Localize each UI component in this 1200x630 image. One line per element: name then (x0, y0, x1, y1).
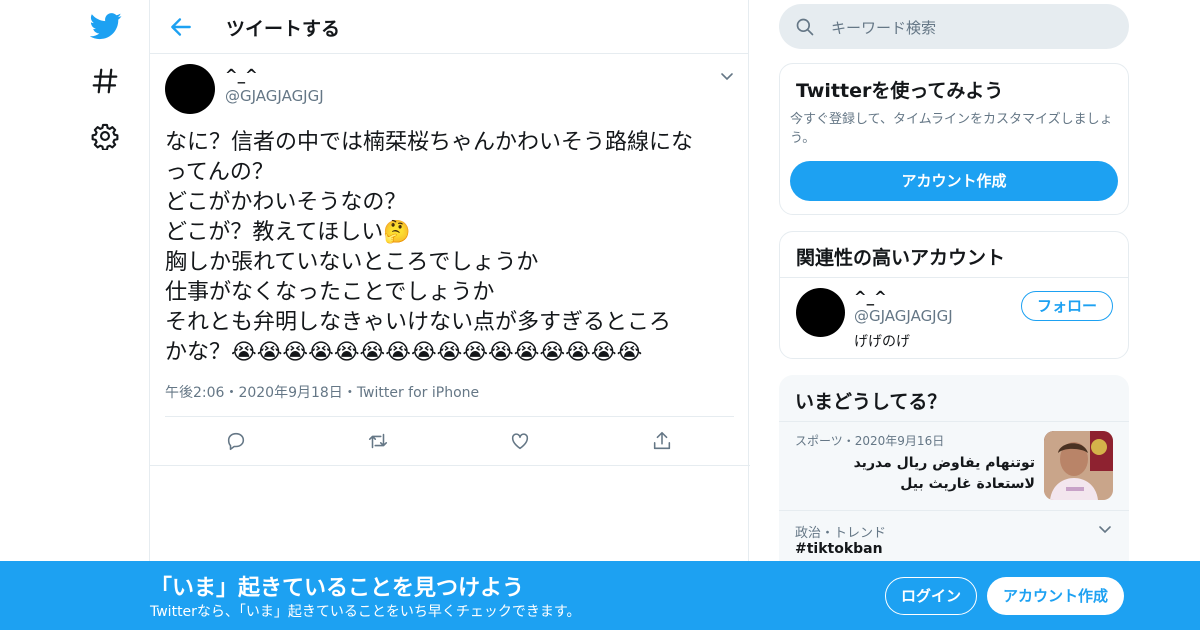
search-input[interactable]: キーワード検索 (779, 4, 1129, 49)
signup-banner: 「いま」起きていることを見つけよう Twitterなら、「いま」起きていることを… (0, 561, 1200, 630)
search-icon (796, 18, 814, 36)
related-accounts-title: 関連性の高いアカウント (796, 247, 1006, 269)
tweet-date[interactable]: 2020年9月18日 (238, 385, 342, 401)
chevron-down-icon[interactable] (1098, 525, 1112, 535)
avatar[interactable] (796, 288, 845, 337)
gear-icon[interactable] (91, 122, 119, 150)
signup-card: Twitterを使ってみよう 今すぐ登録して、タイムラインをカスタマイズしましょ… (779, 63, 1129, 215)
meta-separator: ・ (224, 385, 239, 401)
page-title: ツイートする (226, 18, 341, 40)
tweet-text: なに？信者の中では楠栞桜ちゃんかわいそう路線にな ってんの？ どこがかわいそうな… (165, 130, 694, 365)
tweet-source[interactable]: Twitter for iPhone (357, 385, 479, 401)
like-heart-icon[interactable] (509, 430, 531, 452)
follow-button[interactable]: フォロー (1021, 291, 1113, 321)
hashtag-icon[interactable] (90, 66, 120, 96)
page: ツイートする ^_^ @GJAGJAGJGJ なに？信者の中では楠栞桜ちゃんかわ… (0, 0, 1200, 630)
trend-headline[interactable]: توتنهام يفاوض ريال مدريد لاستعادة غاريث … (819, 453, 1035, 495)
twitter-logo-icon[interactable] (90, 10, 122, 42)
tweet-actions (150, 430, 750, 460)
trend-thumbnail[interactable] (1044, 431, 1113, 500)
tweet-author-name[interactable]: ^_^ (225, 66, 258, 84)
trend-hashtag[interactable]: #tiktokban (795, 541, 883, 557)
reply-icon[interactable] (225, 430, 247, 452)
retweet-icon[interactable] (367, 430, 389, 452)
related-account-handle[interactable]: @GJAGJAGJGJ (854, 307, 953, 325)
banner-subtitle: Twitterなら、「いま」起きていることをいち早くチェックできます。 (150, 604, 581, 620)
page-header: ツイートする (150, 0, 748, 54)
related-account-name[interactable]: ^_^ (854, 288, 887, 306)
tweet-time[interactable]: 午後2:06 (165, 385, 224, 401)
tweet-meta: 午後2:06・2020年9月18日・Twitter for iPhone (165, 382, 479, 402)
divider (780, 277, 1128, 278)
divider (165, 416, 734, 417)
divider (779, 510, 1129, 511)
thumbnail-image (1044, 431, 1113, 500)
meta-separator: ・ (342, 385, 357, 401)
divider (779, 421, 1129, 422)
related-account-bio: げげのげ (854, 334, 910, 350)
signup-button[interactable]: アカウント作成 (987, 577, 1124, 615)
divider (150, 465, 750, 466)
banner-title: 「いま」起きていることを見つけよう (150, 576, 525, 601)
trend-meta: スポーツ・2020年9月16日 (795, 434, 945, 448)
chevron-down-icon[interactable] (720, 72, 734, 82)
signup-card-title: Twitterを使ってみよう (796, 80, 1004, 102)
search-placeholder: キーワード検索 (831, 19, 937, 37)
share-icon[interactable] (651, 430, 673, 452)
related-accounts-card: 関連性の高いアカウント ^_^ @GJAGJAGJGJ げげのげ フォロー (779, 231, 1129, 359)
trends-card: いまどうしてる？ スポーツ・2020年9月16日 توتنهام يفاوض ر… (779, 375, 1129, 575)
back-arrow-icon[interactable] (168, 14, 194, 40)
create-account-button[interactable]: アカウント作成 (790, 161, 1118, 201)
tweet-column: ツイートする ^_^ @GJAGJAGJGJ なに？信者の中では楠栞桜ちゃんかわ… (149, 0, 750, 630)
trends-title: いまどうしてる？ (795, 391, 947, 413)
trend-meta: 政治・トレンド (795, 526, 887, 541)
avatar[interactable] (165, 64, 215, 114)
signup-card-desc: 今すぐ登録して、タイムラインをカスタマイズしましょう。 (790, 112, 1113, 146)
login-button[interactable]: ログイン (885, 577, 977, 615)
tweet-author-handle[interactable]: @GJAGJAGJGJ (225, 87, 324, 105)
